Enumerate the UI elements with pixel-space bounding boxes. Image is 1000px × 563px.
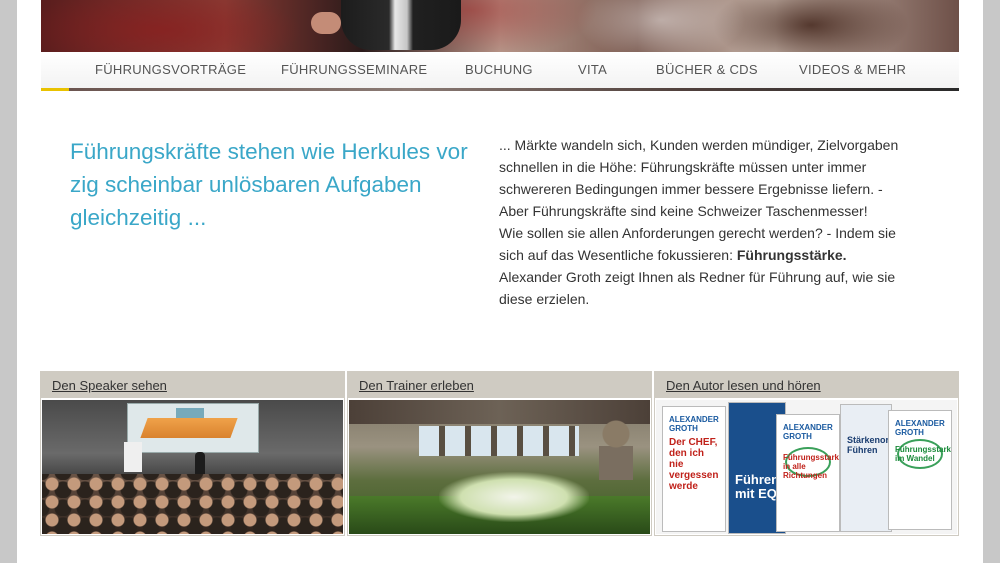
courtyard-statue	[599, 420, 633, 480]
courtyard-image[interactable]	[349, 400, 650, 534]
teaser-speaker-link[interactable]: Den Speaker sehen	[41, 372, 344, 393]
teaser-trainer-header: Den Trainer erleben	[348, 372, 651, 398]
teaser-author-header: Den Autor lesen und hören	[655, 372, 958, 398]
book-author: ALEXANDER GROTH	[783, 423, 833, 441]
hero-image	[41, 0, 959, 52]
teaser-speaker: Den Speaker sehen	[40, 371, 345, 536]
screen-desk-graphic	[140, 418, 238, 438]
lecture-hall-image[interactable]	[42, 400, 343, 534]
intro-part1: ... Märkte wandeln sich, Kunden werden m…	[499, 137, 899, 219]
nav-decor-strip	[41, 88, 959, 91]
book-title: Führungsstark im Wandel	[895, 445, 952, 463]
book-author: ALEXANDER GROTH	[895, 419, 945, 437]
flipchart	[124, 442, 142, 472]
teaser-trainer: Den Trainer erleben	[347, 371, 652, 536]
intro-text: ... Märkte wandeln sich, Kunden werden m…	[499, 134, 899, 310]
nav-item-vita[interactable]: VITA	[578, 62, 607, 77]
teaser-speaker-header: Den Speaker sehen	[41, 372, 344, 398]
teaser-author: Den Autor lesen und hören ALEXANDER GROT…	[654, 371, 959, 536]
books-image[interactable]: ALEXANDER GROTH Der CHEF, den ich nie ve…	[656, 400, 957, 534]
nav-item-videos-mehr[interactable]: VIDEOS & MEHR	[799, 62, 906, 77]
book-title: Führen mit EQ	[735, 472, 780, 501]
courtyard-flowers	[439, 472, 589, 522]
audience	[42, 474, 343, 534]
main-nav: FÜHRUNGSVORTRÄGE FÜHRUNGSSEMINARE BUCHUN…	[41, 52, 959, 89]
book-cover-3: ALEXANDER GROTH Führungsstark in alle Ri…	[776, 414, 840, 532]
book-title: Führungsstark in alle Richtungen	[783, 453, 840, 480]
book-author: ALEXANDER GROTH	[669, 415, 719, 433]
intro-part3: Alexander Groth zeigt Ihnen als Redner f…	[499, 269, 896, 307]
intro-bold: Führungsstärke.	[736, 247, 847, 263]
speaker-figure	[341, 0, 461, 50]
projection-screen	[127, 403, 259, 453]
nav-item-buecher-cds[interactable]: BÜCHER & CDS	[656, 62, 758, 77]
book-cover-4: Stärkenorientiertes Führen	[840, 404, 929, 532]
teaser-trainer-link[interactable]: Den Trainer erleben	[348, 372, 651, 393]
book-title: Stärkenorientiertes Führen	[847, 435, 929, 455]
book-title: Der CHEF, den ich nie vergessen werde	[669, 437, 719, 492]
page-headline: Führungskräfte stehen wie Herkules vor z…	[70, 139, 468, 230]
speaker-hand	[311, 12, 341, 34]
book-cover-5: ALEXANDER GROTH Führungsstark im Wandel	[888, 410, 952, 530]
nav-item-buchung[interactable]: BUCHUNG	[465, 62, 533, 77]
book-cover-1: ALEXANDER GROTH Der CHEF, den ich nie ve…	[662, 406, 726, 532]
nav-item-fuehrungsvortraege[interactable]: FÜHRUNGSVORTRÄGE	[95, 62, 246, 77]
nav-item-fuehrungsseminare[interactable]: FÜHRUNGSSEMINARE	[281, 62, 427, 77]
teaser-author-link[interactable]: Den Autor lesen und hören	[655, 372, 958, 393]
screen-graphic	[176, 408, 204, 418]
courtyard-windows	[419, 426, 579, 456]
